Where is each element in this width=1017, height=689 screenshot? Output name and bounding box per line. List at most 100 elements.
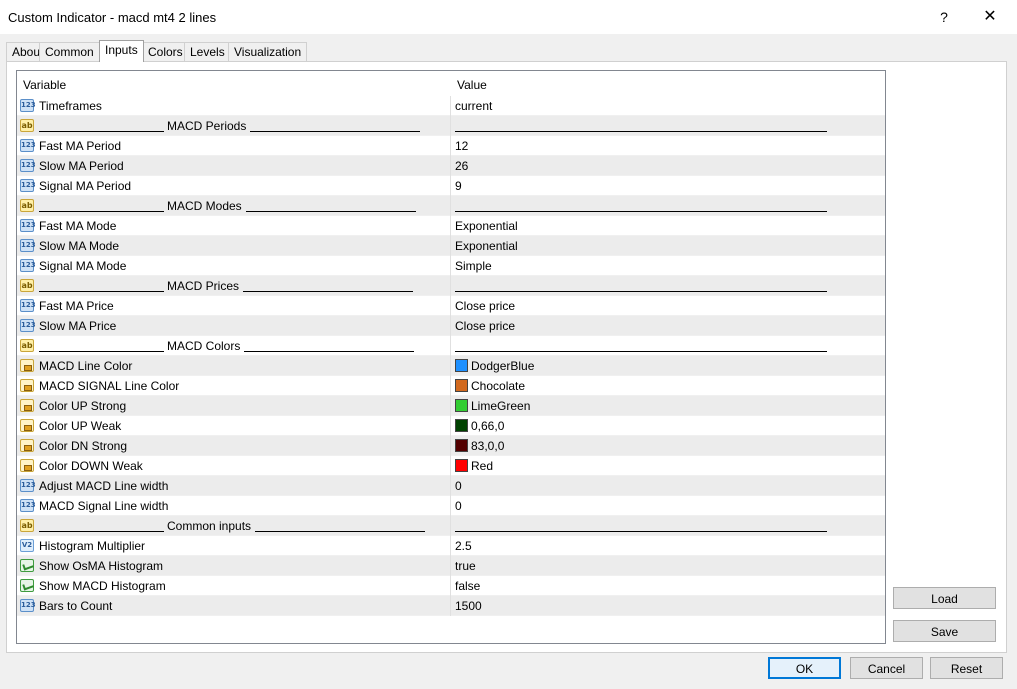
- table-row[interactable]: 123 Timeframes current: [17, 96, 885, 116]
- column-header-variable[interactable]: Variable: [23, 78, 66, 92]
- table-row[interactable]: 123 Slow MA Price Close price: [17, 316, 885, 336]
- table-row[interactable]: Show OsMA Histogram true: [17, 556, 885, 576]
- value-cell[interactable]: current: [450, 96, 885, 116]
- table-row[interactable]: ab MACD Colors: [17, 336, 885, 356]
- value-cell[interactable]: 83,0,0: [450, 436, 885, 456]
- value-cell[interactable]: false: [450, 576, 885, 596]
- int-param-icon: 123: [20, 159, 36, 172]
- variable-name: Color DOWN Weak: [39, 459, 143, 473]
- grid-header: Variable Value: [17, 71, 885, 97]
- table-row[interactable]: 123 Adjust MACD Line width 0: [17, 476, 885, 496]
- variable-name: Show OsMA Histogram: [39, 559, 164, 573]
- int-param-icon: 123: [20, 599, 36, 612]
- value-cell[interactable]: 0: [450, 496, 885, 516]
- table-row[interactable]: MACD Line Color DodgerBlue: [17, 356, 885, 376]
- table-row[interactable]: ab MACD Modes: [17, 196, 885, 216]
- value-cell[interactable]: Close price: [450, 316, 885, 336]
- value-cell[interactable]: [450, 196, 885, 216]
- table-row[interactable]: 123 Fast MA Period 12: [17, 136, 885, 156]
- int-param-icon: 123: [20, 299, 36, 312]
- value-text: 1500: [455, 599, 482, 613]
- table-row[interactable]: Show MACD Histogram false: [17, 576, 885, 596]
- variable-cell: ab MACD Prices: [17, 276, 449, 296]
- value-cell[interactable]: 0: [450, 476, 885, 496]
- value-cell[interactable]: [450, 116, 885, 136]
- ok-button[interactable]: OK: [768, 657, 841, 679]
- close-button[interactable]: ✕: [978, 6, 1002, 28]
- section-label: MACD Prices: [167, 279, 240, 293]
- table-row[interactable]: Color UP Strong LimeGreen: [17, 396, 885, 416]
- table-row[interactable]: MACD SIGNAL Line Color Chocolate: [17, 376, 885, 396]
- table-row[interactable]: 123 MACD Signal Line width 0: [17, 496, 885, 516]
- variable-cell: MACD SIGNAL Line Color: [17, 376, 449, 396]
- double-param-icon: V2: [20, 539, 34, 552]
- value-text: DodgerBlue: [471, 359, 535, 373]
- variable-cell: 123 MACD Signal Line width: [17, 496, 449, 516]
- table-row[interactable]: 123 Fast MA Mode Exponential: [17, 216, 885, 236]
- table-row[interactable]: 123 Slow MA Mode Exponential: [17, 236, 885, 256]
- variable-name: Adjust MACD Line width: [39, 479, 169, 493]
- table-row[interactable]: 123 Bars to Count 1500: [17, 596, 885, 616]
- separator-line: [39, 531, 164, 532]
- int-param-icon: 123: [20, 219, 36, 232]
- value-cell[interactable]: true: [450, 556, 885, 576]
- value-cell[interactable]: Close price: [450, 296, 885, 316]
- section-label: MACD Colors: [167, 339, 241, 353]
- value-cell[interactable]: LimeGreen: [450, 396, 885, 416]
- separator-line: [244, 351, 414, 352]
- value-cell[interactable]: Exponential: [450, 216, 885, 236]
- tab-visualization[interactable]: Visualization: [228, 42, 308, 61]
- table-row[interactable]: ab Common inputs: [17, 516, 885, 536]
- cancel-button[interactable]: Cancel: [850, 657, 923, 679]
- value-cell[interactable]: [450, 516, 885, 536]
- variable-name: Show MACD Histogram: [39, 579, 166, 593]
- value-cell[interactable]: 1500: [450, 596, 885, 616]
- variable-cell: V2 Histogram Multiplier: [17, 536, 449, 556]
- load-button[interactable]: Load: [893, 587, 996, 609]
- value-cell[interactable]: Chocolate: [450, 376, 885, 396]
- tab-colors[interactable]: Colors: [142, 42, 189, 61]
- help-button[interactable]: ?: [932, 6, 956, 28]
- section-label: MACD Periods: [167, 119, 247, 133]
- table-row[interactable]: ab MACD Prices: [17, 276, 885, 296]
- table-row[interactable]: 123 Slow MA Period 26: [17, 156, 885, 176]
- table-row[interactable]: 123 Fast MA Price Close price: [17, 296, 885, 316]
- value-cell[interactable]: Exponential: [450, 236, 885, 256]
- value-text: 9: [455, 179, 462, 193]
- value-cell[interactable]: 2.5: [450, 536, 885, 556]
- separator-line: [255, 531, 425, 532]
- value-cell[interactable]: 12: [450, 136, 885, 156]
- value-cell[interactable]: Red: [450, 456, 885, 476]
- int-param-icon: 123: [20, 319, 36, 332]
- table-row[interactable]: 123 Signal MA Period 9: [17, 176, 885, 196]
- table-row[interactable]: Color DOWN Weak Red: [17, 456, 885, 476]
- value-text: false: [455, 579, 481, 593]
- value-text: Close price: [455, 299, 516, 313]
- string-param-icon: ab: [20, 519, 34, 532]
- value-cell[interactable]: 0,66,0: [450, 416, 885, 436]
- table-row[interactable]: 123 Signal MA Mode Simple: [17, 256, 885, 276]
- save-button[interactable]: Save: [893, 620, 996, 642]
- table-row[interactable]: ab MACD Periods: [17, 116, 885, 136]
- variable-cell: 123 Slow MA Period: [17, 156, 449, 176]
- value-cell[interactable]: 9: [450, 176, 885, 196]
- value-cell[interactable]: [450, 276, 885, 296]
- string-param-icon: ab: [20, 339, 34, 352]
- value-cell[interactable]: DodgerBlue: [450, 356, 885, 376]
- separator-line: [39, 351, 164, 352]
- value-cell[interactable]: 26: [450, 156, 885, 176]
- column-header-value[interactable]: Value: [457, 78, 487, 92]
- reset-button[interactable]: Reset: [930, 657, 1003, 679]
- tab-inputs[interactable]: Inputs: [99, 40, 144, 62]
- table-row[interactable]: Color UP Weak 0,66,0: [17, 416, 885, 436]
- color-swatch: [455, 399, 468, 412]
- tab-common[interactable]: Common: [39, 42, 100, 61]
- value-cell[interactable]: Simple: [450, 256, 885, 276]
- value-text: 12: [455, 139, 469, 153]
- table-row[interactable]: V2 Histogram Multiplier 2.5: [17, 536, 885, 556]
- bool-param-icon: [20, 579, 34, 592]
- table-row[interactable]: Color DN Strong 83,0,0: [17, 436, 885, 456]
- value-cell[interactable]: [450, 336, 885, 356]
- variable-cell: 123 Adjust MACD Line width: [17, 476, 449, 496]
- tab-levels[interactable]: Levels: [184, 42, 231, 61]
